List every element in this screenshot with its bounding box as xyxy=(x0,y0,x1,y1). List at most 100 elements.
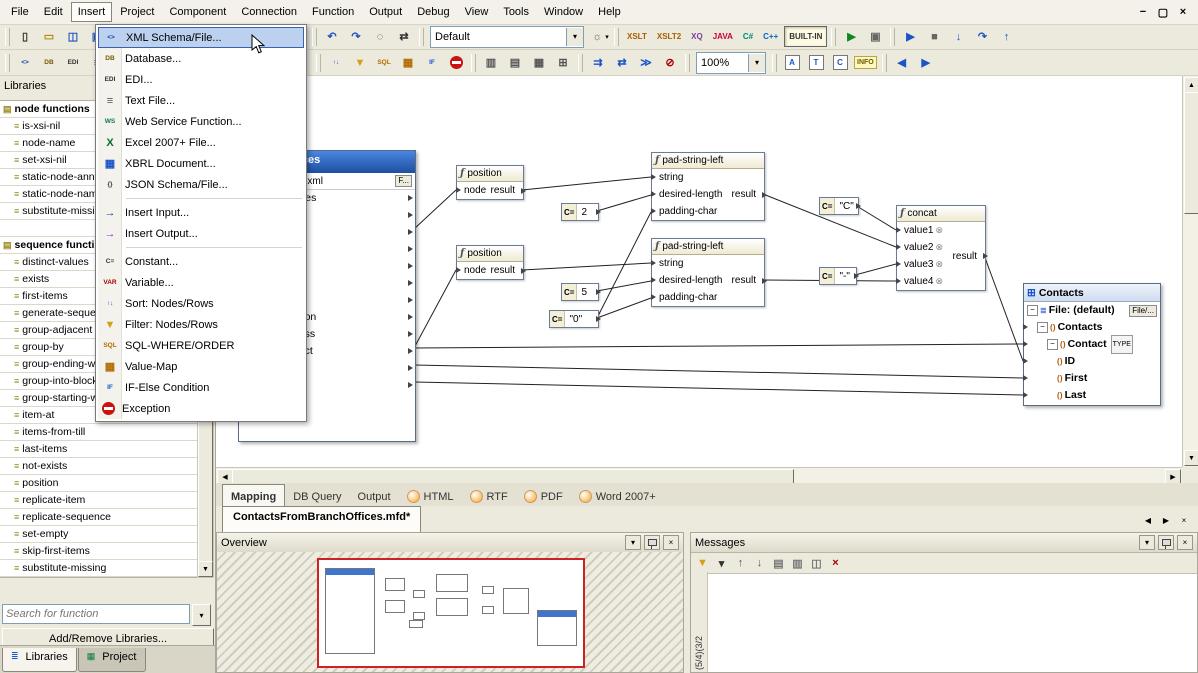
scroll-down-button[interactable]: ▼ xyxy=(1184,450,1198,466)
library-function[interactable]: ≡position xyxy=(0,475,197,492)
input-padding-char[interactable]: padding-char xyxy=(652,203,732,220)
align-horizontal-button[interactable]: ▥ xyxy=(479,52,503,74)
undo-button[interactable]: ↶ xyxy=(320,26,344,48)
library-function[interactable]: ≡replicate-sequence xyxy=(0,509,197,526)
remove-parameter-icon[interactable]: ⊗ xyxy=(935,239,943,256)
result-tab-db-query[interactable]: DB Query xyxy=(285,485,349,506)
connection[interactable] xyxy=(597,195,651,211)
function-position2[interactable]: ƒpositionnoderesult xyxy=(456,245,524,280)
menu-file[interactable]: File xyxy=(4,2,36,22)
show-selectors-button[interactable]: C xyxy=(828,52,852,74)
toolbar-grip[interactable] xyxy=(890,28,895,46)
menu-help[interactable]: Help xyxy=(591,2,628,22)
connection[interactable] xyxy=(984,255,1023,361)
collapse-icon[interactable]: − xyxy=(1037,322,1048,333)
panel-tab-project[interactable]: ▦Project xyxy=(78,648,146,672)
connection[interactable] xyxy=(522,263,651,270)
toolbar-grip[interactable] xyxy=(685,54,690,72)
source-file-button[interactable]: F... xyxy=(395,175,412,187)
insert-edi-button[interactable]: EDI xyxy=(61,52,85,74)
output-result[interactable]: result xyxy=(953,251,985,262)
toolbar-grip[interactable] xyxy=(419,28,424,46)
result-tab-rtf[interactable]: RTF xyxy=(462,485,516,506)
library-function[interactable]: ≡skip-first-items xyxy=(0,543,197,560)
copy-message-button[interactable]: ▤ xyxy=(769,554,788,572)
constant-letter-c[interactable]: C="C" xyxy=(819,197,859,215)
constant-zero[interactable]: C="0" xyxy=(549,310,599,328)
chevron-down-icon[interactable]: ▾ xyxy=(566,28,583,46)
toolbar-grip[interactable] xyxy=(882,54,887,72)
target-node-last[interactable]: ( )Last xyxy=(1024,387,1160,404)
debug-run-button[interactable]: ▶ xyxy=(898,26,922,48)
align-vertical-button[interactable]: ▤ xyxy=(503,52,527,74)
panel-tab-libraries[interactable]: ≣Libraries xyxy=(2,648,77,672)
sort-nodes-button[interactable]: ↑↓ xyxy=(324,52,348,74)
connection[interactable] xyxy=(522,177,651,190)
input-value1[interactable]: value1⊗ xyxy=(897,222,953,239)
mapping-settings-button[interactable]: ☼▾ xyxy=(587,26,611,48)
if-else-condition-button[interactable]: IF xyxy=(420,52,444,74)
input-value4[interactable]: value4⊗ xyxy=(897,273,953,290)
insert-menu-item-xml-schema[interactable]: <>XML Schema/File... xyxy=(98,27,304,48)
replace-button[interactable]: ⇄ xyxy=(392,26,416,48)
remove-parameter-icon[interactable]: ⊗ xyxy=(935,222,943,239)
input-padding-char[interactable]: padding-char xyxy=(652,289,732,306)
filter-messages-button[interactable]: ▼ xyxy=(693,554,712,572)
menu-output[interactable]: Output xyxy=(362,2,409,22)
toolbar-grip[interactable] xyxy=(5,28,10,46)
insert-menu-item-text-file[interactable]: ≡Text File... xyxy=(98,90,304,111)
language-xslt2-button[interactable]: XSLT2 xyxy=(653,27,685,46)
info-button[interactable]: INFO xyxy=(854,56,877,69)
library-function[interactable]: ≡last-items xyxy=(0,441,197,458)
constant-dash[interactable]: C="-" xyxy=(819,267,857,285)
sql-where-order-button[interactable]: SQL xyxy=(372,52,396,74)
run-preview-button[interactable]: ▶ xyxy=(839,26,863,48)
show-types-button[interactable]: T xyxy=(804,52,828,74)
insert-menu-item-value-map[interactable]: ▦Value-Map xyxy=(98,356,304,377)
result-tab-mapping[interactable]: Mapping xyxy=(222,484,285,506)
insert-menu-item-sort[interactable]: ↑↓Sort: Nodes/Rows xyxy=(98,293,304,314)
connect-matching-children-button[interactable]: ⇉ xyxy=(586,52,610,74)
overview-close-button[interactable]: × xyxy=(663,535,679,550)
toolbar-grip[interactable] xyxy=(312,28,317,46)
toolbar-grip[interactable] xyxy=(614,28,619,46)
filter-nodes-button[interactable]: ▼ xyxy=(348,52,372,74)
menu-view[interactable]: View xyxy=(458,2,496,22)
step-into-button[interactable]: ↓ xyxy=(946,26,970,48)
insert-menu-item-insert-output[interactable]: →Insert Output... xyxy=(98,223,304,244)
remove-parameter-icon[interactable]: ⊗ xyxy=(935,273,943,290)
result-tab-word-2007-[interactable]: Word 2007+ xyxy=(571,485,664,506)
collapse-icon[interactable]: − xyxy=(1047,339,1058,350)
target-node-id[interactable]: ( )ID xyxy=(1024,353,1160,370)
language-c-button[interactable]: C++ xyxy=(759,27,782,46)
connect-recursively-button[interactable]: ≫ xyxy=(634,52,658,74)
delete-connections-button[interactable]: ⊘ xyxy=(658,52,682,74)
connection[interactable] xyxy=(414,382,1023,395)
menu-function[interactable]: Function xyxy=(305,2,361,22)
insert-menu-item-variable[interactable]: VARVariable... xyxy=(98,272,304,293)
close-button[interactable]: × xyxy=(1174,4,1192,20)
insert-menu-item-excel[interactable]: XExcel 2007+ File... xyxy=(98,132,304,153)
function-pad1[interactable]: ƒpad-string-leftstringdesired-lengthpadd… xyxy=(651,152,765,221)
next-message-button[interactable]: ↓ xyxy=(750,554,769,572)
forward-button[interactable]: ▶ xyxy=(914,52,938,74)
connection[interactable] xyxy=(414,190,456,229)
insert-menu-item-sql[interactable]: SQLSQL-WHERE/ORDER xyxy=(98,335,304,356)
menu-project[interactable]: Project xyxy=(113,2,161,22)
menu-insert[interactable]: Insert xyxy=(71,2,113,22)
document-tab[interactable]: ContactsFromBranchOffices.mfd* xyxy=(222,506,421,532)
library-function[interactable]: ≡substitute-missing xyxy=(0,560,197,577)
distribute-components-button[interactable]: ▦ xyxy=(527,52,551,74)
canvas-horizontal-scrollbar[interactable]: ◀ ▶ xyxy=(216,467,1182,484)
canvas-vertical-scrollbar[interactable]: ▲ ▼ xyxy=(1182,76,1198,467)
connection[interactable] xyxy=(414,270,456,348)
find-button[interactable]: ◌ xyxy=(368,26,392,48)
target-node-first[interactable]: ( )First xyxy=(1024,370,1160,387)
input-string[interactable]: string xyxy=(652,255,732,272)
step-out-button[interactable]: ↑ xyxy=(994,26,1018,48)
insert-database-button[interactable]: DB xyxy=(37,52,61,74)
value-map-button[interactable]: ▦ xyxy=(396,52,420,74)
filter-dropdown-button[interactable]: ▾ xyxy=(712,554,731,572)
show-grid-button[interactable]: ⊞ xyxy=(551,52,575,74)
insert-menu-item-insert-input[interactable]: →Insert Input... xyxy=(98,202,304,223)
